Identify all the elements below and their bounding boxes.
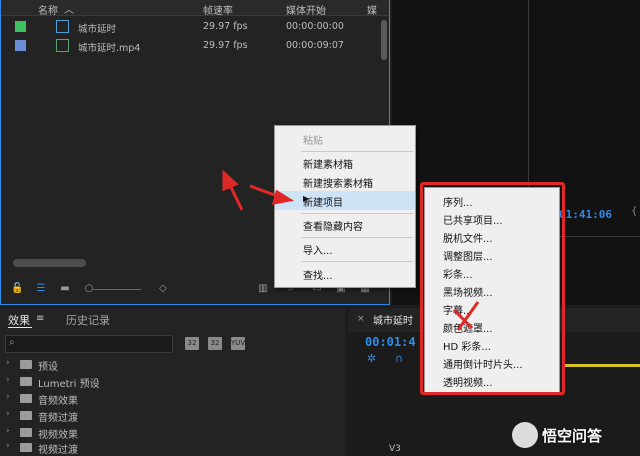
arrow-annotation-icon (249, 184, 295, 205)
arrow-annotation-icon (222, 169, 244, 211)
cross-mark-icon (452, 301, 480, 331)
watermark-text: 悟空问答 (542, 427, 603, 445)
watermark: 悟空问答 (512, 420, 640, 456)
wukong-logo-icon (512, 422, 538, 448)
annotation-overlay (222, 169, 480, 331)
